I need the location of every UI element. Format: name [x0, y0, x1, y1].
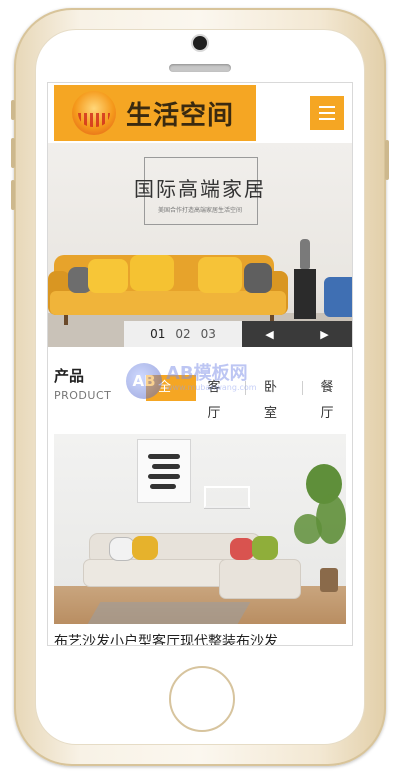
menu-button[interactable] [310, 96, 344, 130]
slide-indicator: 01 02 03 [124, 321, 242, 347]
pillow-image [244, 263, 272, 293]
sofa-seat-image [50, 291, 286, 315]
volume-up-button [11, 138, 15, 168]
side-table-image [294, 269, 316, 319]
watermark-logo-icon: AB [126, 363, 162, 399]
rug-image [87, 602, 251, 624]
slider-arrows: ◀ ▶ [242, 321, 352, 347]
pillow-image [230, 538, 254, 560]
slide-dot-3[interactable]: 03 [201, 327, 216, 341]
power-button [385, 140, 389, 180]
pillow-image [110, 538, 134, 560]
section-title: 产品 [54, 367, 85, 385]
pillow-image [252, 536, 278, 560]
watermark: AB AB模板网 www.mubanwang.com [126, 359, 306, 409]
logo-text: 生活空间 [126, 101, 235, 131]
tab-dining-room[interactable]: 餐厅 [315, 375, 352, 421]
plant-image [294, 514, 322, 544]
site-header: 生活空间 [48, 83, 352, 143]
slider-controls: 01 02 03 ◀ ▶ [124, 321, 352, 347]
pillow-image [130, 255, 174, 291]
wall-art-image [138, 440, 190, 502]
pillow-image [88, 259, 128, 293]
pillow-image [132, 536, 158, 560]
mute-switch [11, 100, 15, 120]
product-image[interactable] [54, 434, 346, 624]
product-caption[interactable]: 布艺沙发小户型客厅现代整装布沙发 [54, 631, 352, 645]
volume-down-button [11, 180, 15, 210]
sofa-leg [64, 315, 68, 325]
watermark-text: AB模板网 [166, 363, 248, 384]
vase-image [300, 239, 310, 269]
banner-title: 国际高端家居 [134, 177, 266, 201]
banner-subtitle: 美国合作打造高端家居生活空间 [157, 207, 242, 214]
front-camera-icon [193, 36, 207, 50]
product-section-header: 产品 PRODUCT 全部 客厅 卧室 餐厅 AB AB模板网 www.muba… [48, 347, 352, 429]
speaker-grille [169, 64, 231, 72]
next-arrow-icon[interactable]: ▶ [320, 328, 328, 341]
slide-dot-1[interactable]: 01 [150, 327, 165, 341]
hamburger-menu-icon-line [319, 112, 335, 114]
plant-image [316, 494, 346, 544]
phone-screen: 生活空间 国际高端家居 美国合作打造高端家居生活空间 01 02 03 ◀ ▶ … [47, 82, 353, 646]
section-subtitle: PRODUCT [54, 389, 112, 402]
site-logo[interactable]: 生活空间 [54, 85, 256, 141]
plant-pot-image [320, 568, 338, 592]
hamburger-menu-icon [319, 106, 335, 108]
slide-dot-2[interactable]: 02 [175, 327, 190, 341]
blue-chair-image [324, 277, 352, 317]
sofa-chaise-image [220, 560, 300, 598]
pillow-image [198, 257, 242, 293]
sun-logo-icon [72, 91, 116, 135]
hero-banner[interactable]: 国际高端家居 美国合作打造高端家居生活空间 01 02 03 ◀ ▶ [48, 143, 352, 347]
hamburger-menu-icon-line [319, 118, 335, 120]
wall-shelf-image [204, 486, 250, 508]
prev-arrow-icon[interactable]: ◀ [265, 328, 273, 341]
watermark-url: www.mubanwang.com [166, 383, 257, 392]
home-button[interactable] [169, 666, 235, 732]
